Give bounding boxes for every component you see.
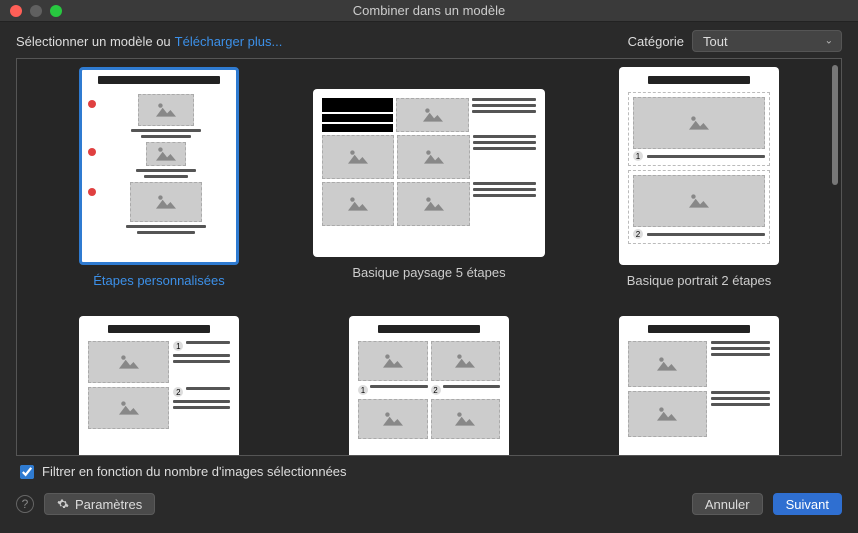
template-thumbnail (313, 89, 545, 257)
templates-grid: Étapes personnalisées (17, 59, 841, 456)
template-thumbnail (79, 67, 239, 265)
template-item[interactable]: Basique paysage 5 étapes (313, 67, 545, 288)
template-item[interactable] (585, 316, 813, 456)
zoom-window-button[interactable] (50, 5, 62, 17)
template-thumbnail: 12 (349, 316, 509, 456)
image-placeholder-icon (653, 354, 681, 374)
image-placeholder-icon (152, 100, 180, 120)
image-placeholder-icon (152, 144, 180, 164)
image-placeholder-icon (685, 191, 713, 211)
next-button[interactable]: Suivant (773, 493, 842, 515)
title-bar: Combiner dans un modèle (0, 0, 858, 22)
image-placeholder-icon (115, 398, 143, 418)
image-placeholder-icon (420, 194, 448, 214)
download-more-link[interactable]: Télécharger plus... (175, 34, 283, 49)
image-placeholder-icon (653, 404, 681, 424)
category-label: Catégorie (628, 34, 684, 49)
filter-label: Filtrer en fonction du nombre d'images s… (42, 464, 347, 479)
template-item[interactable]: 1 2 (45, 316, 273, 456)
template-thumbnail (619, 316, 779, 456)
next-label: Suivant (786, 497, 829, 512)
minimize-window-button[interactable] (30, 5, 42, 17)
category-select[interactable]: Tout ⌄ (692, 30, 842, 52)
select-template-label: Sélectionner un modèle ou (16, 34, 171, 49)
filter-checkbox[interactable] (20, 465, 34, 479)
gear-icon (57, 498, 69, 510)
bottom-bar: ? Paramètres Annuler Suivant (0, 487, 858, 525)
traffic-lights (0, 5, 62, 17)
cancel-label: Annuler (705, 497, 750, 512)
image-placeholder-icon (685, 113, 713, 133)
image-placeholder-icon (115, 352, 143, 372)
parameters-label: Paramètres (75, 497, 142, 512)
cancel-button[interactable]: Annuler (692, 493, 763, 515)
template-item[interactable]: Étapes personnalisées (45, 67, 273, 288)
template-thumbnail: 1 2 (79, 316, 239, 456)
category-value: Tout (703, 34, 728, 49)
template-thumbnail: 1 2 (619, 67, 779, 265)
template-item[interactable]: 12 (313, 316, 545, 456)
image-placeholder-icon (451, 351, 479, 371)
image-placeholder-icon (420, 147, 448, 167)
parameters-button[interactable]: Paramètres (44, 493, 155, 515)
image-placeholder-icon (344, 147, 372, 167)
close-window-button[interactable] (10, 5, 22, 17)
chevron-down-icon: ⌄ (825, 36, 833, 47)
image-placeholder-icon (379, 409, 407, 429)
template-label: Basique paysage 5 étapes (313, 265, 545, 280)
scrollbar[interactable] (832, 65, 838, 185)
image-placeholder-icon (344, 194, 372, 214)
templates-scroll-area[interactable]: Étapes personnalisées (16, 58, 842, 456)
template-item[interactable]: 1 2 Basique portrait 2 étapes (585, 67, 813, 288)
template-label: Basique portrait 2 étapes (585, 273, 813, 288)
image-placeholder-icon (419, 105, 447, 125)
help-button[interactable]: ? (16, 495, 34, 513)
filter-row: Filtrer en fonction du nombre d'images s… (0, 456, 858, 487)
header-row: Sélectionner un modèle ou Télécharger pl… (0, 22, 858, 58)
image-placeholder-icon (451, 409, 479, 429)
image-placeholder-icon (379, 351, 407, 371)
window-title: Combiner dans un modèle (0, 3, 858, 18)
image-placeholder-icon (152, 192, 180, 212)
template-label: Étapes personnalisées (45, 273, 273, 288)
